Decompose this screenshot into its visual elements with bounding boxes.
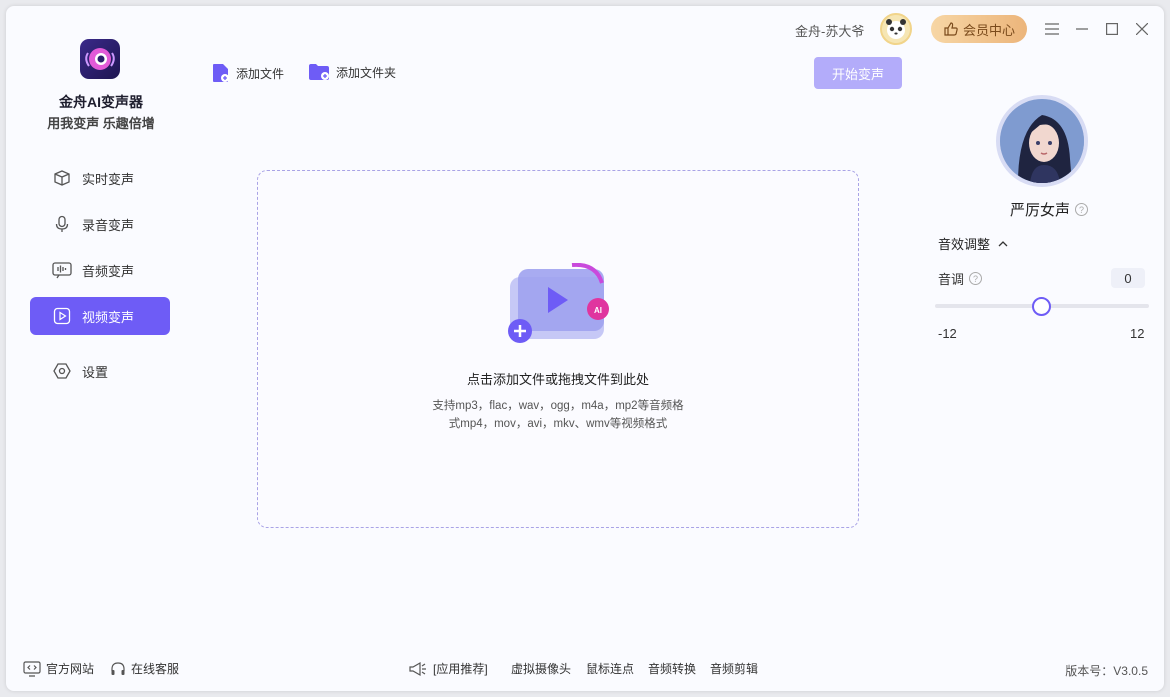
svg-text:AI: AI xyxy=(594,306,602,315)
recommend-app-audio-converter[interactable]: 音频转换 xyxy=(648,660,696,677)
app-slogan: 用我变声 乐趣倍增 xyxy=(47,116,155,131)
pitch-label: 音调 ? xyxy=(938,269,983,288)
help-icon[interactable]: ? xyxy=(1075,203,1089,216)
dropzone-title: 点击添加文件或拖拽文件到此处 xyxy=(466,372,649,387)
user-name[interactable]: 金舟-苏大爷 xyxy=(795,21,864,40)
sidebar-item-label: 录音变声 xyxy=(82,217,135,233)
megaphone-icon xyxy=(408,661,428,677)
footer: 官方网站 在线客服 [应用推荐] 虚拟摄像头 鼠标连点 音频转换 音频剪辑 版本… xyxy=(6,654,1164,684)
app-recommend-label: [应用推荐] xyxy=(433,662,488,676)
voice-name-label: 严厉女声 xyxy=(1010,202,1071,219)
official-website-label: 官方网站 xyxy=(46,662,95,676)
pitch-slider-max: 12 xyxy=(1130,326,1145,341)
voice-avatar xyxy=(996,95,1088,187)
add-file-label: 添加文件 xyxy=(236,66,285,81)
headset-icon xyxy=(110,661,126,677)
file-dropzone[interactable]: AI 点击添加文件或拖拽文件到此处 支持mp3，flac，wav，ogg，m4a… xyxy=(257,170,859,528)
microphone-icon xyxy=(52,214,72,234)
add-file-icon xyxy=(212,63,230,83)
pitch-value-input[interactable]: 0 xyxy=(1111,268,1145,288)
recommend-app-virtual-camera[interactable]: 虚拟摄像头 xyxy=(511,660,571,677)
video-play-icon xyxy=(52,306,72,326)
video-upload-illustration-icon: AI xyxy=(502,262,614,350)
maximize-icon[interactable] xyxy=(1103,20,1121,38)
menu-icon[interactable] xyxy=(1043,20,1061,38)
settings-hexagon-icon xyxy=(52,361,72,381)
monitor-code-icon xyxy=(23,660,41,677)
official-website-link[interactable]: 官方网站 xyxy=(23,660,94,677)
effect-adjust-toggle[interactable]: 音效调整 xyxy=(938,234,1008,253)
vip-center-label: 会员中心 xyxy=(962,22,1015,38)
chevron-up-icon xyxy=(998,240,1008,247)
pitch-label-text: 音调 xyxy=(938,272,965,287)
sidebar: 金舟AI变声器 用我变声 乐趣倍增 实时变声 录音变声 音频变声 视频变声 设置 xyxy=(6,6,192,646)
minimize-icon[interactable] xyxy=(1073,20,1091,38)
add-file-button[interactable]: 添加文件 xyxy=(212,63,284,83)
dropzone-hint-line1: 支持mp3，flac，wav，ogg，m4a，mp2等音频格 xyxy=(432,400,684,412)
app-recommend: [应用推荐] xyxy=(408,660,488,677)
audio-wave-icon xyxy=(52,260,72,280)
sidebar-item-label: 视频变声 xyxy=(82,309,135,325)
online-support-label: 在线客服 xyxy=(131,662,180,676)
user-avatar[interactable] xyxy=(880,13,912,45)
sidebar-item-video[interactable]: 视频变声 xyxy=(30,297,170,335)
version-label: 版本号：V3.0.5 xyxy=(1065,664,1148,678)
recommend-app-auto-clicker[interactable]: 鼠标连点 xyxy=(586,660,634,677)
sidebar-item-settings[interactable]: 设置 xyxy=(30,352,170,390)
sidebar-item-audio[interactable]: 音频变声 xyxy=(30,251,170,289)
add-folder-button[interactable]: 添加文件夹 xyxy=(308,63,396,81)
start-convert-button[interactable]: 开始变声 xyxy=(814,57,902,89)
app-logo-icon xyxy=(80,39,120,79)
add-folder-label: 添加文件夹 xyxy=(336,65,397,80)
thumbs-up-icon xyxy=(943,21,959,37)
help-icon[interactable]: ? xyxy=(969,272,983,285)
sidebar-item-label: 实时变声 xyxy=(82,171,135,187)
dropzone-hint-line2: 式mp4，mov，avi，mkv、wmv等视频格式 xyxy=(448,418,668,430)
sidebar-item-label: 音频变声 xyxy=(82,263,135,279)
add-folder-icon xyxy=(308,63,330,81)
sidebar-item-realtime[interactable]: 实时变声 xyxy=(30,159,170,197)
effect-adjust-label: 音效调整 xyxy=(938,237,991,252)
recommend-app-audio-editor[interactable]: 音频剪辑 xyxy=(710,660,758,677)
voice-name: 严厉女声 ? xyxy=(1010,199,1089,220)
cube-icon xyxy=(52,168,72,188)
sidebar-item-record[interactable]: 录音变声 xyxy=(30,205,170,243)
app-name: 金舟AI变声器 xyxy=(59,94,143,110)
pitch-slider-thumb[interactable] xyxy=(1032,297,1051,316)
vip-center-button[interactable]: 会员中心 xyxy=(931,15,1027,43)
sidebar-item-label: 设置 xyxy=(82,364,109,380)
app-window: 金舟AI变声器 用我变声 乐趣倍增 实时变声 录音变声 音频变声 视频变声 设置… xyxy=(6,6,1164,691)
online-support-link[interactable]: 在线客服 xyxy=(110,660,179,677)
close-icon[interactable] xyxy=(1133,20,1151,38)
pitch-slider-min: -12 xyxy=(938,326,957,341)
